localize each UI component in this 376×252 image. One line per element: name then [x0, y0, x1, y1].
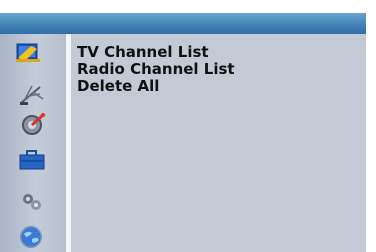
tv-icon[interactable]: [15, 40, 43, 64]
toolbox-icon[interactable]: [18, 148, 46, 172]
menu-list: TV Channel List Radio Channel List Delet…: [77, 44, 235, 95]
settings-icon[interactable]: [19, 112, 47, 136]
menu-screen: TV Channel List Radio Channel List Delet…: [0, 0, 376, 252]
menu-item-radio-channel-list[interactable]: Radio Channel List: [77, 61, 235, 78]
menu-item-tv-channel-list[interactable]: TV Channel List: [77, 44, 235, 61]
menu-item-delete-all[interactable]: Delete All: [77, 78, 235, 95]
media-icon[interactable]: [18, 190, 46, 214]
antenna-icon[interactable]: [18, 83, 46, 107]
globe-icon[interactable]: [18, 224, 46, 248]
title-bar: [0, 13, 366, 34]
sidebar: [0, 34, 66, 252]
content-panel: TV Channel List Radio Channel List Delet…: [71, 34, 366, 252]
